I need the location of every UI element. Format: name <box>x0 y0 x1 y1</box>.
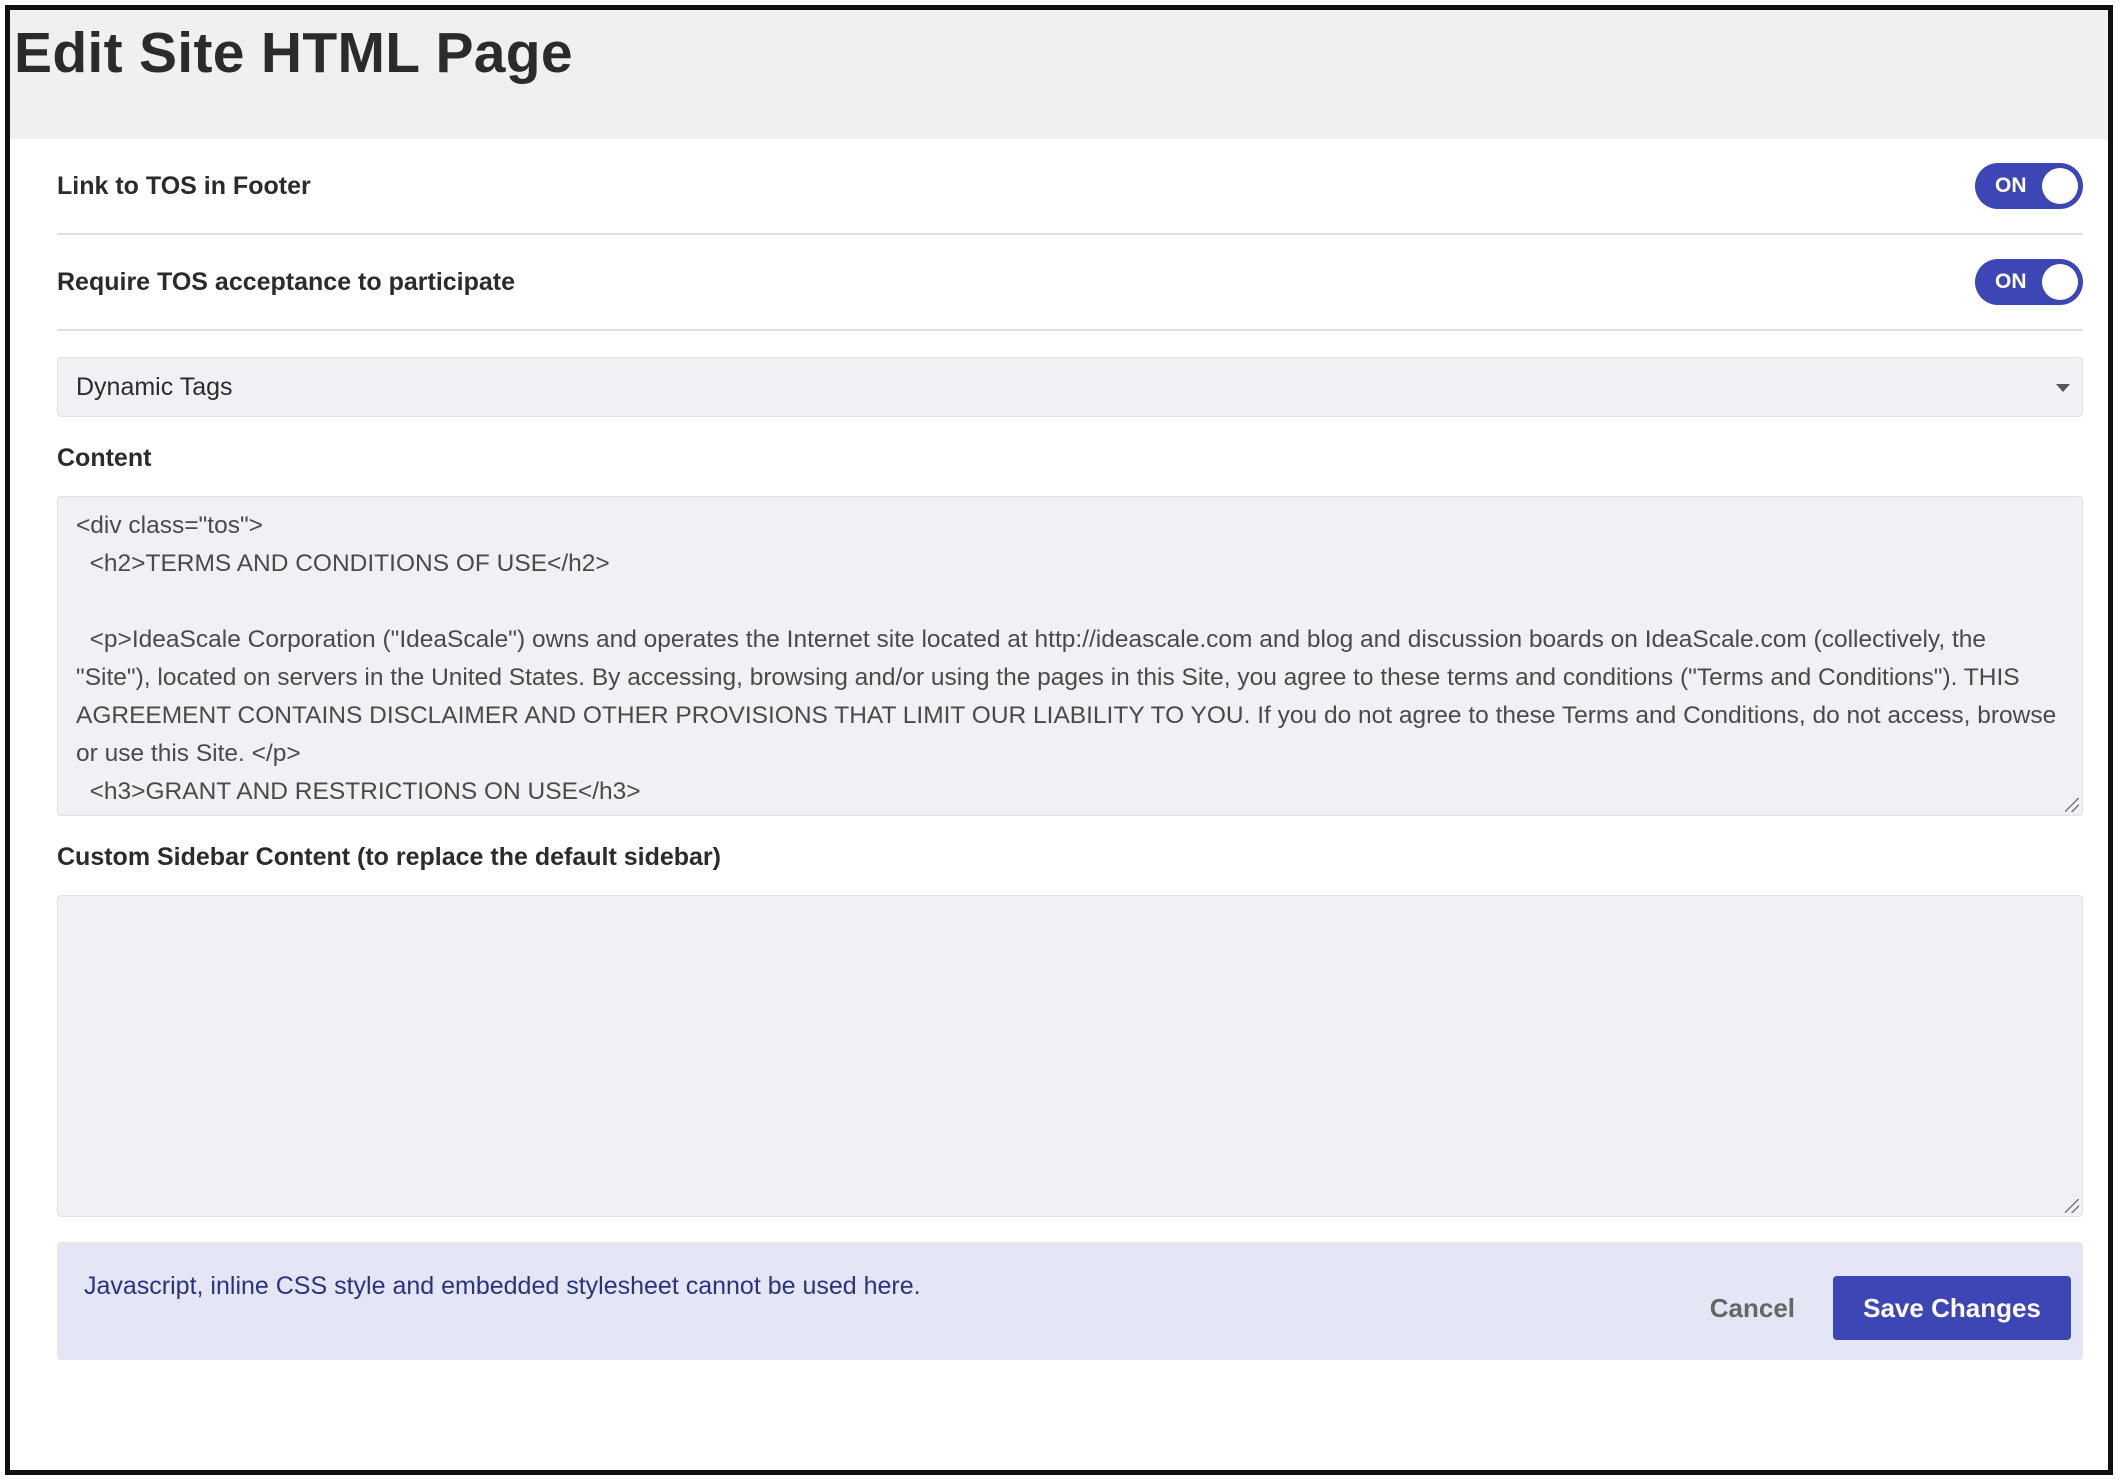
cancel-button[interactable]: Cancel <box>1710 1293 1795 1324</box>
resize-handle-icon[interactable] <box>2065 1199 2079 1213</box>
link-tos-toggle[interactable]: ON <box>1975 163 2083 209</box>
sidebar-content-label: Custom Sidebar Content (to replace the d… <box>57 843 721 871</box>
page-header: Edit Site HTML Page <box>10 10 2108 139</box>
toggle-knob <box>2042 168 2078 204</box>
save-changes-button[interactable]: Save Changes <box>1833 1276 2071 1340</box>
setting-row-require-tos: Require TOS acceptance to participate ON <box>57 235 2083 331</box>
toggle-state-text: ON <box>1995 174 2027 197</box>
link-tos-label: Link to TOS in Footer <box>57 171 311 200</box>
content-textarea[interactable]: <div class="tos"> <h2>TERMS AND CONDITIO… <box>57 496 2083 816</box>
require-tos-toggle[interactable]: ON <box>1975 259 2083 305</box>
dynamic-tags-value: Dynamic Tags <box>76 373 233 401</box>
setting-row-link-tos: Link to TOS in Footer ON <box>57 139 2083 235</box>
require-tos-label: Require TOS acceptance to participate <box>57 267 516 296</box>
content-text: <div class="tos"> <h2>TERMS AND CONDITIO… <box>76 512 2057 805</box>
chevron-down-icon <box>2056 384 2070 392</box>
page-title: Edit Site HTML Page <box>14 21 573 85</box>
toggle-knob <box>2042 264 2078 300</box>
notice-text: Javascript, inline CSS style and embedde… <box>84 1272 921 1300</box>
form-actions: Cancel Save Changes <box>1710 1276 2071 1340</box>
edit-page-frame: Edit Site HTML Page Link to TOS in Foote… <box>5 5 2113 1475</box>
sidebar-content-textarea[interactable] <box>57 895 2083 1217</box>
dynamic-tags-select[interactable]: Dynamic Tags <box>57 357 2083 417</box>
toggle-state-text: ON <box>1995 270 2027 293</box>
resize-handle-icon[interactable] <box>2065 798 2079 812</box>
form-body: Link to TOS in Footer ON Require TOS acc… <box>57 139 2083 1360</box>
content-label: Content <box>57 444 152 472</box>
